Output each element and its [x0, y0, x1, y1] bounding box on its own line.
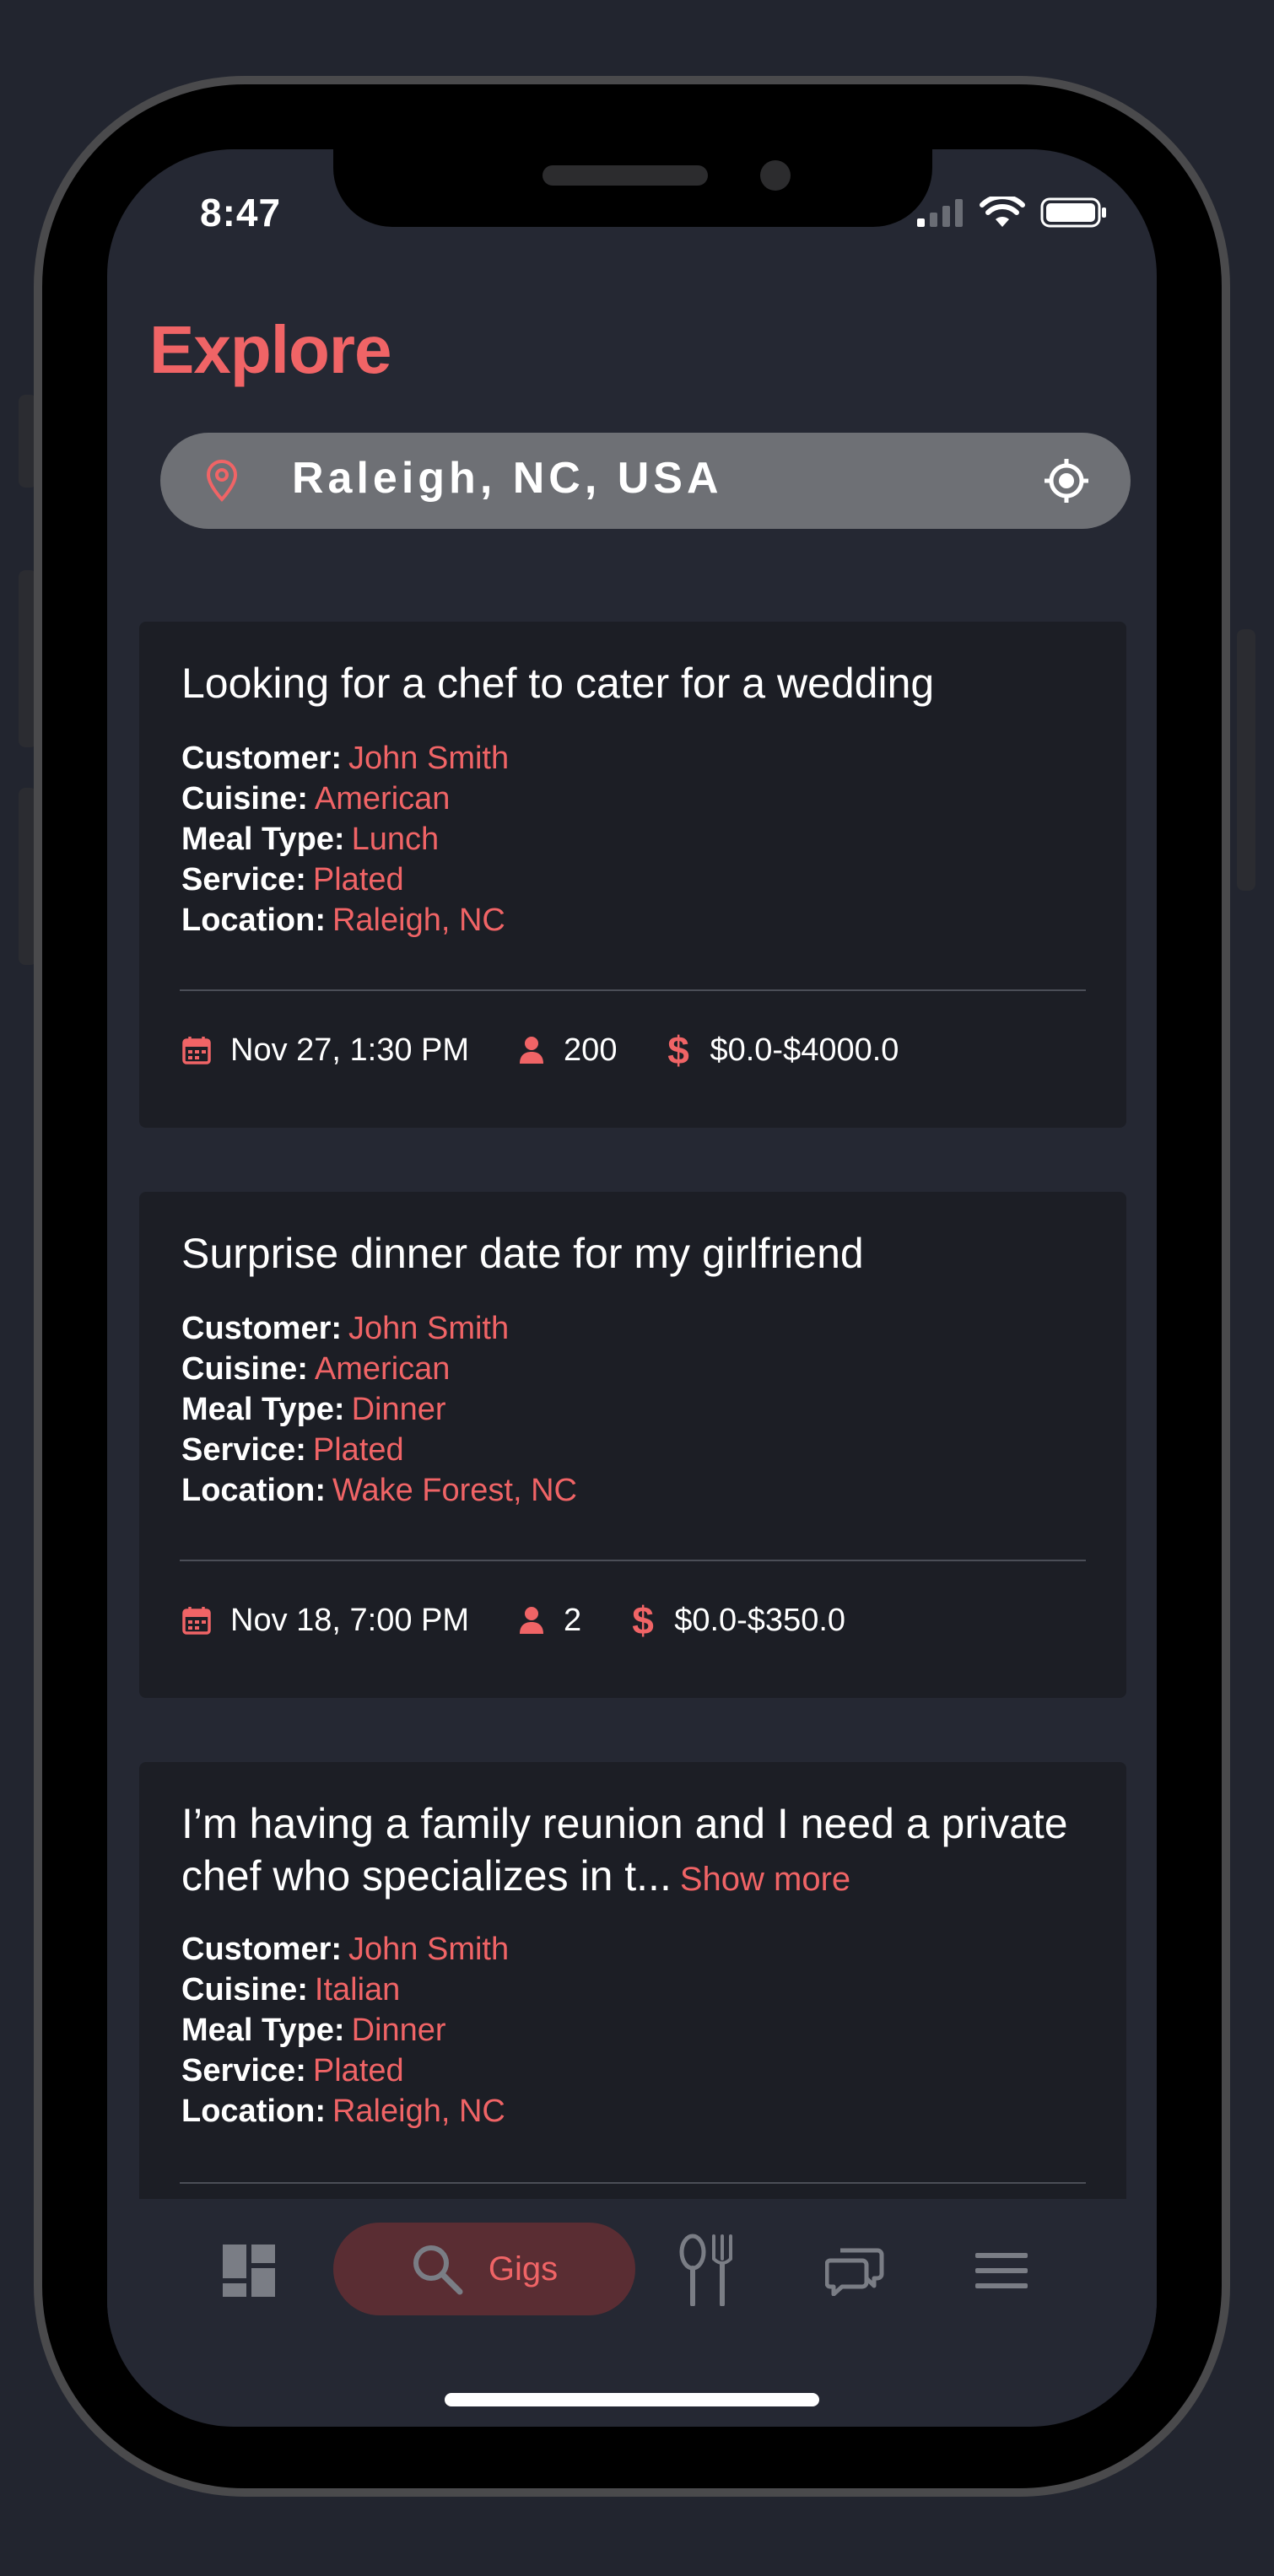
- cuisine-value: American: [314, 781, 451, 816]
- cuisine-label: Cuisine:: [181, 781, 308, 816]
- dollar-icon: $: [630, 1600, 656, 1641]
- bottom-nav: Gigs: [107, 2199, 1157, 2334]
- front-camera: [760, 160, 791, 191]
- dashboard-icon: [223, 2245, 275, 2297]
- cuisine-value: American: [314, 1351, 451, 1387]
- cuisine-label: Cuisine:: [181, 1351, 308, 1387]
- card-divider: [180, 2182, 1086, 2184]
- gig-price: $0.0-$4000.0: [710, 1032, 899, 1068]
- gig-meta-row: Nov 18, 7:00 PM 2 $ $0.0-$350.0: [181, 1600, 894, 1641]
- person-icon: [518, 1035, 545, 1065]
- gig-guests: 2: [564, 1602, 582, 1638]
- gig-title: Surprise dinner date for my girlfriend: [181, 1230, 864, 1277]
- nav-messages[interactable]: [812, 2233, 897, 2309]
- nav-gigs-label: Gigs: [488, 2250, 559, 2288]
- service-value: Plated: [312, 1432, 404, 1468]
- app-screen: 8:47 Explore Raleigh, NC, USA Looking fo…: [107, 149, 1157, 2427]
- location-pin-icon: [206, 459, 238, 502]
- service-label: Service:: [181, 1432, 306, 1468]
- gig-card[interactable]: Surprise dinner date for my girlfriend C…: [139, 1192, 1126, 1698]
- dollar-icon: $: [666, 1030, 691, 1070]
- service-label: Service:: [181, 2053, 306, 2088]
- location-input-value[interactable]: Raleigh, NC, USA: [292, 453, 723, 504]
- show-more-link[interactable]: Show more: [680, 1861, 850, 1898]
- phone-notch: [333, 149, 932, 227]
- gig-price: $0.0-$350.0: [674, 1602, 846, 1638]
- gig-meta-row: Nov 27, 1:30 PM 200 $ $0.0-$4000.0: [181, 1030, 947, 1070]
- service-label: Service:: [181, 862, 306, 897]
- signal-icon: [917, 199, 963, 227]
- meal-type-label: Meal Type:: [181, 822, 345, 857]
- crosshair-icon[interactable]: [1043, 457, 1090, 504]
- search-icon: [413, 2245, 463, 2295]
- gig-date: Nov 18, 7:00 PM: [230, 1602, 470, 1638]
- status-icons: [915, 197, 1108, 229]
- customer-label: Customer:: [181, 741, 343, 776]
- phone-power-button: [1237, 629, 1255, 891]
- card-divider: [180, 1560, 1086, 1561]
- location-label: Location:: [181, 1473, 326, 1508]
- cuisine-value: Italian: [314, 1972, 401, 2007]
- speaker-grille: [543, 165, 708, 186]
- gig-feed[interactable]: Looking for a chef to cater for a weddin…: [139, 622, 1126, 2254]
- customer-label: Customer:: [181, 1932, 343, 1967]
- status-time: 8:47: [200, 191, 282, 234]
- gig-title-text: I’m having a family reunion and I need a…: [181, 1800, 1068, 1900]
- location-label: Location:: [181, 903, 326, 938]
- card-divider: [180, 989, 1086, 991]
- person-icon: [518, 1605, 545, 1636]
- meal-type-label: Meal Type:: [181, 1392, 345, 1427]
- nav-chefs[interactable]: [664, 2228, 748, 2312]
- customer-value: John Smith: [348, 1932, 510, 1967]
- location-search-bar[interactable]: Raleigh, NC, USA: [160, 433, 1131, 529]
- service-value: Plated: [312, 2053, 404, 2088]
- gig-details: Customer: John Smith Cuisine: American Mea…: [181, 738, 509, 940]
- gig-card[interactable]: I’m having a family reunion and I need a…: [139, 1762, 1126, 2254]
- meal-type-value: Dinner: [351, 1392, 446, 1427]
- gig-details: Customer: John Smith Cuisine: American Mea…: [181, 1308, 577, 1511]
- customer-value: John Smith: [348, 741, 510, 776]
- location-value: Raleigh, NC: [332, 903, 505, 938]
- customer-value: John Smith: [348, 1311, 510, 1346]
- location-label: Location:: [181, 2094, 326, 2129]
- location-value: Raleigh, NC: [332, 2094, 505, 2129]
- gig-guests: 200: [564, 1032, 618, 1068]
- gig-details: Customer: John Smith Cuisine: Italian Meal…: [181, 1929, 509, 2131]
- service-value: Plated: [312, 862, 404, 897]
- wifi-icon: [980, 197, 1025, 227]
- home-indicator[interactable]: [445, 2393, 819, 2406]
- calendar-icon: [181, 1035, 212, 1065]
- nav-menu[interactable]: [959, 2233, 1044, 2309]
- nav-dashboard[interactable]: [207, 2233, 291, 2309]
- gig-date: Nov 27, 1:30 PM: [230, 1032, 470, 1068]
- calendar-icon: [181, 1605, 212, 1636]
- utensils-icon: [679, 2234, 732, 2306]
- svg-text:$: $: [668, 1030, 690, 1070]
- battery-icon: [1040, 197, 1106, 228]
- meal-type-value: Lunch: [351, 822, 440, 857]
- page-title: Explore: [149, 312, 391, 387]
- nav-gigs[interactable]: Gigs: [333, 2223, 635, 2315]
- cuisine-label: Cuisine:: [181, 1972, 308, 2007]
- location-value: Wake Forest, NC: [332, 1473, 577, 1508]
- meal-type-value: Dinner: [351, 2013, 446, 2048]
- gig-title: I’m having a family reunion and I need a…: [181, 1797, 1084, 1905]
- customer-label: Customer:: [181, 1311, 343, 1346]
- gig-title: Looking for a chef to cater for a weddin…: [181, 660, 935, 707]
- menu-icon: [975, 2253, 1028, 2288]
- meal-type-label: Meal Type:: [181, 2013, 345, 2048]
- chat-bubbles-icon: [825, 2248, 884, 2296]
- gig-card[interactable]: Looking for a chef to cater for a weddin…: [139, 622, 1126, 1128]
- svg-text:$: $: [632, 1600, 654, 1641]
